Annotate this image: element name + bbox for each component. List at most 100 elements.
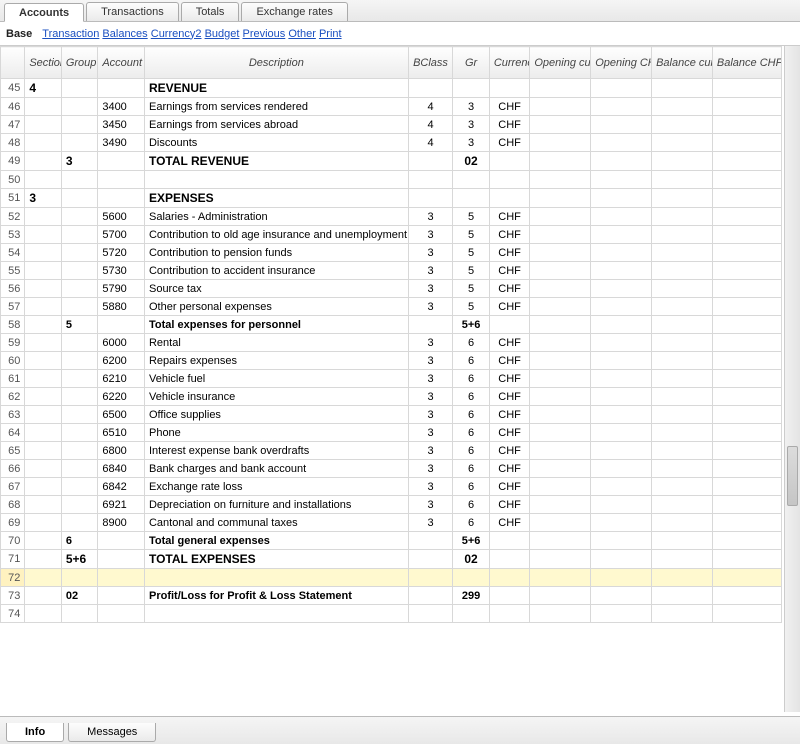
cell-opening-currency[interactable]	[530, 79, 591, 98]
cell-opening-currency[interactable]	[530, 370, 591, 388]
cell-description[interactable]: TOTAL REVENUE	[144, 152, 408, 171]
cell-bclass[interactable]	[408, 587, 453, 605]
row-number[interactable]: 53	[1, 226, 25, 244]
cell-opening-chf[interactable]	[591, 208, 652, 226]
cell-bclass[interactable]	[408, 152, 453, 171]
cell-description[interactable]: Earnings from services rendered	[144, 98, 408, 116]
cell-account[interactable]: 8900	[98, 514, 145, 532]
row-number[interactable]: 60	[1, 352, 25, 370]
cell-group[interactable]	[61, 496, 98, 514]
cell-opening-chf[interactable]	[591, 298, 652, 316]
cell-balance-chf[interactable]	[712, 152, 781, 171]
cell-opening-currency[interactable]	[530, 334, 591, 352]
cell-gr[interactable]: 299	[453, 587, 490, 605]
cell-balance-chf[interactable]	[712, 98, 781, 116]
cell-balance-chf[interactable]	[712, 569, 781, 587]
cell-gr[interactable]: 3	[453, 116, 490, 134]
cell-bclass[interactable]	[408, 550, 453, 569]
cell-account[interactable]	[98, 79, 145, 98]
cell-balance-chf[interactable]	[712, 605, 781, 623]
row-number[interactable]: 48	[1, 134, 25, 152]
cell-opening-chf[interactable]	[591, 334, 652, 352]
cell-account[interactable]: 3400	[98, 98, 145, 116]
cell-section[interactable]	[25, 605, 62, 623]
cell-group[interactable]	[61, 569, 98, 587]
cell-opening-chf[interactable]	[591, 460, 652, 478]
cell-gr[interactable]: 6	[453, 442, 490, 460]
cell-balance-currency[interactable]	[652, 460, 713, 478]
cell-opening-chf[interactable]	[591, 189, 652, 208]
cell-currency[interactable]: CHF	[489, 244, 530, 262]
cell-group[interactable]	[61, 514, 98, 532]
cell-opening-chf[interactable]	[591, 388, 652, 406]
accounts-grid[interactable]: SectionGroupAccountDescriptionBClassGrCu…	[0, 46, 782, 623]
cell-bclass[interactable]: 3	[408, 262, 453, 280]
col-header[interactable]: Currency	[489, 47, 530, 79]
col-header[interactable]: Gr	[453, 47, 490, 79]
cell-currency[interactable]: CHF	[489, 496, 530, 514]
cell-opening-chf[interactable]	[591, 244, 652, 262]
cell-opening-currency[interactable]	[530, 550, 591, 569]
cell-balance-currency[interactable]	[652, 424, 713, 442]
cell-opening-chf[interactable]	[591, 152, 652, 171]
row-number[interactable]: 55	[1, 262, 25, 280]
cell-opening-chf[interactable]	[591, 79, 652, 98]
cell-group[interactable]	[61, 79, 98, 98]
cell-section[interactable]	[25, 98, 62, 116]
cell-account[interactable]: 5730	[98, 262, 145, 280]
cell-currency[interactable]: CHF	[489, 406, 530, 424]
cell-description[interactable]: REVENUE	[144, 79, 408, 98]
cell-group[interactable]	[61, 605, 98, 623]
cell-balance-chf[interactable]	[712, 370, 781, 388]
cell-balance-currency[interactable]	[652, 406, 713, 424]
cell-account[interactable]: 6220	[98, 388, 145, 406]
cell-description[interactable]: Depreciation on furniture and installati…	[144, 496, 408, 514]
cell-balance-currency[interactable]	[652, 152, 713, 171]
cell-balance-currency[interactable]	[652, 280, 713, 298]
cell-opening-currency[interactable]	[530, 532, 591, 550]
cell-balance-currency[interactable]	[652, 98, 713, 116]
cell-bclass[interactable]: 3	[408, 424, 453, 442]
cell-opening-currency[interactable]	[530, 152, 591, 171]
cell-account[interactable]	[98, 171, 145, 189]
cell-group[interactable]	[61, 298, 98, 316]
cell-balance-currency[interactable]	[652, 388, 713, 406]
subnav-link-balances[interactable]: Balances	[102, 28, 147, 40]
tab-totals[interactable]: Totals	[181, 2, 240, 21]
tab-exchange-rates[interactable]: Exchange rates	[241, 2, 347, 21]
cell-section[interactable]	[25, 352, 62, 370]
cell-gr[interactable]: 5	[453, 244, 490, 262]
row-number[interactable]: 49	[1, 152, 25, 171]
cell-currency[interactable]	[489, 605, 530, 623]
cell-section[interactable]	[25, 134, 62, 152]
cell-bclass[interactable]: 3	[408, 496, 453, 514]
cell-description[interactable]	[144, 605, 408, 623]
cell-balance-currency[interactable]	[652, 208, 713, 226]
cell-group[interactable]	[61, 226, 98, 244]
cell-currency[interactable]	[489, 569, 530, 587]
cell-balance-currency[interactable]	[652, 116, 713, 134]
cell-account[interactable]	[98, 189, 145, 208]
cell-opening-currency[interactable]	[530, 496, 591, 514]
cell-opening-chf[interactable]	[591, 550, 652, 569]
cell-balance-currency[interactable]	[652, 352, 713, 370]
cell-bclass[interactable]: 3	[408, 226, 453, 244]
cell-balance-chf[interactable]	[712, 496, 781, 514]
cell-balance-currency[interactable]	[652, 134, 713, 152]
cell-balance-currency[interactable]	[652, 316, 713, 334]
cell-gr[interactable]: 6	[453, 352, 490, 370]
cell-section[interactable]	[25, 334, 62, 352]
cell-section[interactable]	[25, 550, 62, 569]
cell-bclass[interactable]: 3	[408, 352, 453, 370]
table-row[interactable]: 473450Earnings from services abroad43CHF	[1, 116, 782, 134]
cell-gr[interactable]: 5+6	[453, 532, 490, 550]
cell-description[interactable]: Vehicle fuel	[144, 370, 408, 388]
cell-currency[interactable]: CHF	[489, 334, 530, 352]
cell-opening-currency[interactable]	[530, 388, 591, 406]
cell-description[interactable]: Contribution to accident insurance	[144, 262, 408, 280]
table-row[interactable]: 50	[1, 171, 782, 189]
cell-balance-currency[interactable]	[652, 79, 713, 98]
table-row[interactable]: 72	[1, 569, 782, 587]
cell-balance-chf[interactable]	[712, 134, 781, 152]
cell-bclass[interactable]: 3	[408, 388, 453, 406]
